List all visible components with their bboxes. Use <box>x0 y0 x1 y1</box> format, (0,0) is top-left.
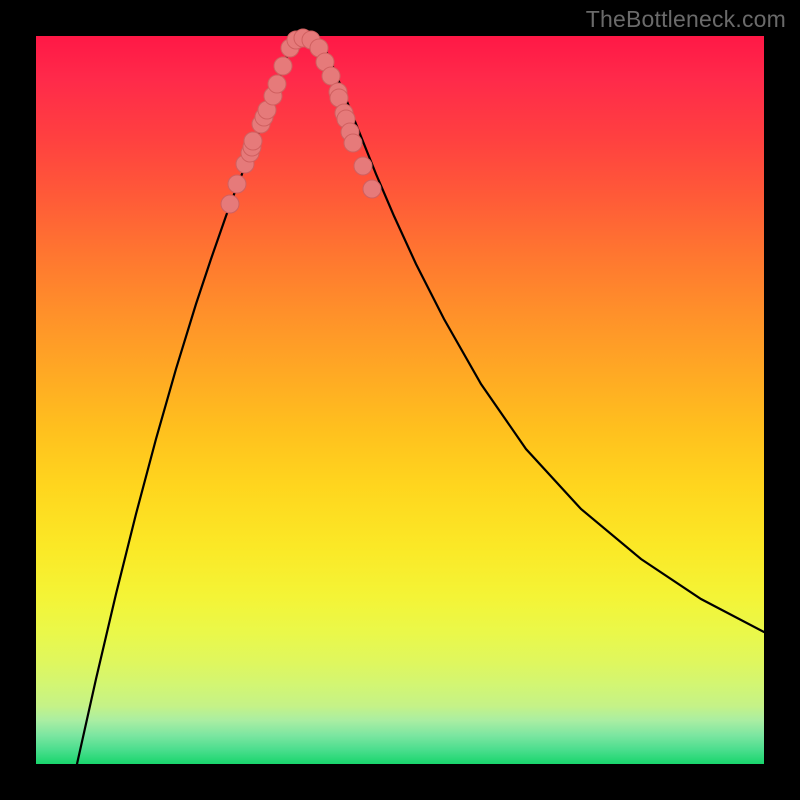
scatter-dot <box>274 57 292 75</box>
scatter-dot <box>268 75 286 93</box>
bottleneck-curve <box>77 37 764 764</box>
scatter-dot <box>344 134 362 152</box>
scatter-dot <box>221 195 239 213</box>
scatter-dot <box>363 180 381 198</box>
plot-gradient-area <box>36 36 764 764</box>
scatter-dot <box>322 67 340 85</box>
chart-overlay <box>36 36 764 764</box>
scatter-dot <box>354 157 372 175</box>
frame-border: TheBottleneck.com <box>0 0 800 800</box>
scatter-dot <box>244 132 262 150</box>
watermark-text: TheBottleneck.com <box>586 6 786 33</box>
scatter-dot <box>228 175 246 193</box>
scatter-dots-group <box>221 29 381 213</box>
